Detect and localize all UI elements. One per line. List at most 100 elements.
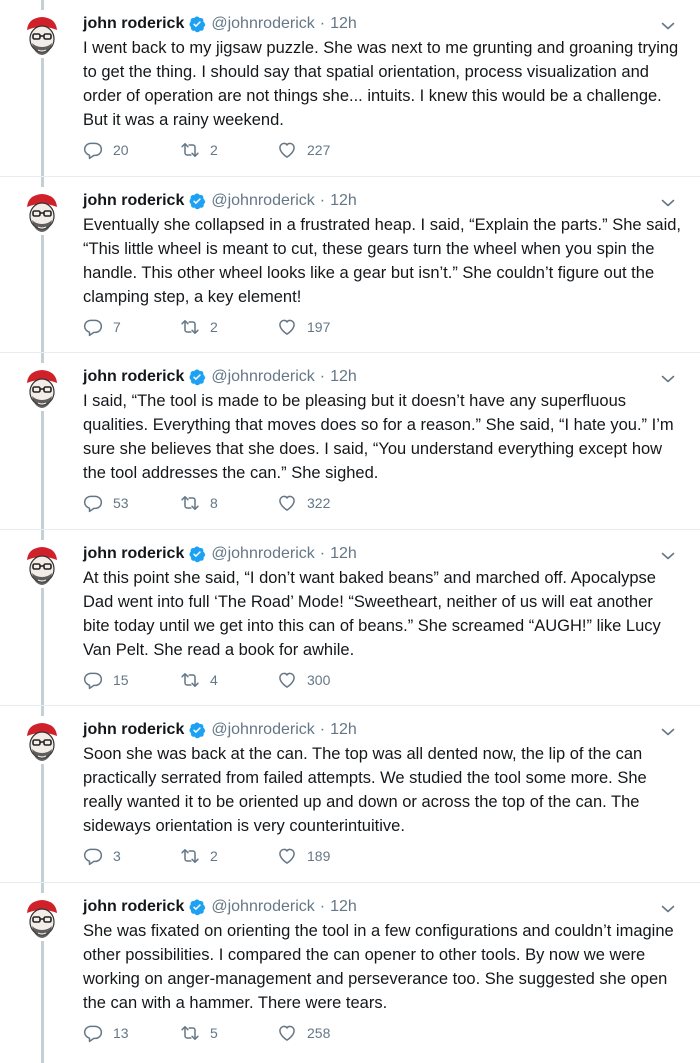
retweet-count: 8 [210,495,218,511]
reply-button[interactable]: 15 [83,670,180,690]
retweet-icon [181,672,199,687]
tweet-text: Soon she was back at the can. The top wa… [83,745,647,835]
author-handle[interactable]: @johnroderick [211,898,314,916]
tweet-actions: 15 4 300 [83,668,397,692]
reply-icon [83,1025,103,1042]
avatar[interactable] [18,186,66,235]
separator-dot: · [319,368,326,385]
retweet-icon [181,319,199,334]
tweet-actions: 7 2 197 [83,315,397,339]
tweet-timestamp[interactable]: 12h [330,545,357,563]
retweet-count: 2 [210,848,218,864]
avatar[interactable] [18,539,66,588]
author-name[interactable]: john roderick [83,368,184,386]
reply-count: 15 [113,671,129,688]
reply-icon [83,672,103,689]
tweet: john roderick @johnroderick · 12h Soon s… [0,706,700,883]
author-handle[interactable]: @johnroderick [211,545,314,563]
verified-badge-icon [188,192,206,210]
tweet: john roderick @johnroderick · 12h I said… [0,353,700,530]
tweet: john roderick @johnroderick · 12h She wa… [0,883,700,1060]
tweet-text: Eventually she collapsed in a frustrated… [83,215,682,306]
tweet: john roderick @johnroderick · 12h I went… [0,0,700,177]
verified-badge-icon [188,368,206,386]
retweet-icon [181,1025,199,1040]
retweet-button[interactable]: 8 [180,493,277,513]
tweet-header: john roderick @johnroderick · 12h [83,365,357,389]
retweet-count: 4 [210,671,218,688]
retweet-button[interactable]: 2 [180,317,277,337]
tweet-actions: 13 5 258 [83,1021,397,1045]
reply-button[interactable]: 53 [83,493,180,513]
tweet-header: john roderick @johnroderick · 12h [83,542,357,566]
reply-button[interactable]: 7 [83,317,180,337]
author-handle[interactable]: @johnroderick [211,368,314,386]
tweet-text: She was fixated on orienting the tool in… [83,921,674,1012]
like-button[interactable]: 258 [277,1023,397,1043]
chevron-down-icon[interactable] [660,371,676,387]
avatar[interactable] [18,892,66,941]
heart-icon [279,672,295,688]
like-button[interactable]: 189 [277,846,397,866]
retweet-count: 2 [210,318,218,335]
like-button[interactable]: 322 [277,493,397,513]
reply-count: 20 [113,142,129,158]
tweet-timestamp[interactable]: 12h [330,15,357,33]
heart-icon [279,848,295,864]
tweet-header: john roderick @johnroderick · 12h [83,895,357,919]
tweet-header: john roderick @johnroderick · 12h [83,718,357,742]
separator-dot: · [319,721,326,738]
reply-button[interactable]: 20 [83,140,180,160]
like-count: 258 [307,1024,331,1041]
like-button[interactable]: 197 [277,317,397,337]
author-name[interactable]: john roderick [83,15,184,33]
tweet-text: At this point she said, “I don’t want ba… [83,568,661,659]
like-count: 227 [307,142,331,158]
reply-count: 7 [113,318,121,335]
like-count: 322 [307,495,331,511]
reply-button[interactable]: 3 [83,846,180,866]
avatar[interactable] [18,363,66,411]
reply-icon [83,495,103,513]
verified-badge-icon [188,898,206,916]
chevron-down-icon[interactable] [660,18,676,34]
like-button[interactable]: 227 [277,140,397,160]
retweet-icon [181,849,199,863]
tweet-timestamp[interactable]: 12h [330,368,357,386]
heart-icon [279,495,295,511]
author-name[interactable]: john roderick [83,898,184,916]
verified-badge-icon [188,15,206,33]
chevron-down-icon[interactable] [660,901,676,917]
tweet-header: john roderick @johnroderick · 12h [83,189,357,213]
retweet-icon [181,496,199,510]
avatar[interactable] [18,10,66,58]
like-count: 300 [307,671,331,688]
author-handle[interactable]: @johnroderick [211,192,314,210]
tweet-timestamp[interactable]: 12h [330,192,357,210]
retweet-button[interactable]: 5 [180,1023,277,1043]
reply-count: 53 [113,495,129,511]
author-name[interactable]: john roderick [83,545,184,563]
like-count: 197 [307,318,331,335]
retweet-button[interactable]: 4 [180,670,277,690]
tweet-timestamp[interactable]: 12h [330,721,357,739]
chevron-down-icon[interactable] [660,548,676,564]
author-name[interactable]: john roderick [83,192,184,210]
retweet-button[interactable]: 2 [180,140,277,160]
tweet-text: I went back to my jigsaw puzzle. She was… [83,39,679,129]
chevron-down-icon[interactable] [660,724,676,740]
tweet: john roderick @johnroderick · 12h At thi… [0,530,700,706]
chevron-down-icon[interactable] [660,195,676,211]
author-handle[interactable]: @johnroderick [211,15,314,33]
like-count: 189 [307,848,331,864]
separator-dot: · [319,897,326,915]
author-name[interactable]: john roderick [83,721,184,739]
avatar[interactable] [18,716,66,764]
tweet-timestamp[interactable]: 12h [330,898,357,916]
retweet-button[interactable]: 2 [180,846,277,866]
retweet-icon [181,143,199,157]
like-button[interactable]: 300 [277,670,397,690]
verified-badge-icon [188,545,206,563]
reply-button[interactable]: 13 [83,1023,180,1043]
author-handle[interactable]: @johnroderick [211,721,314,739]
